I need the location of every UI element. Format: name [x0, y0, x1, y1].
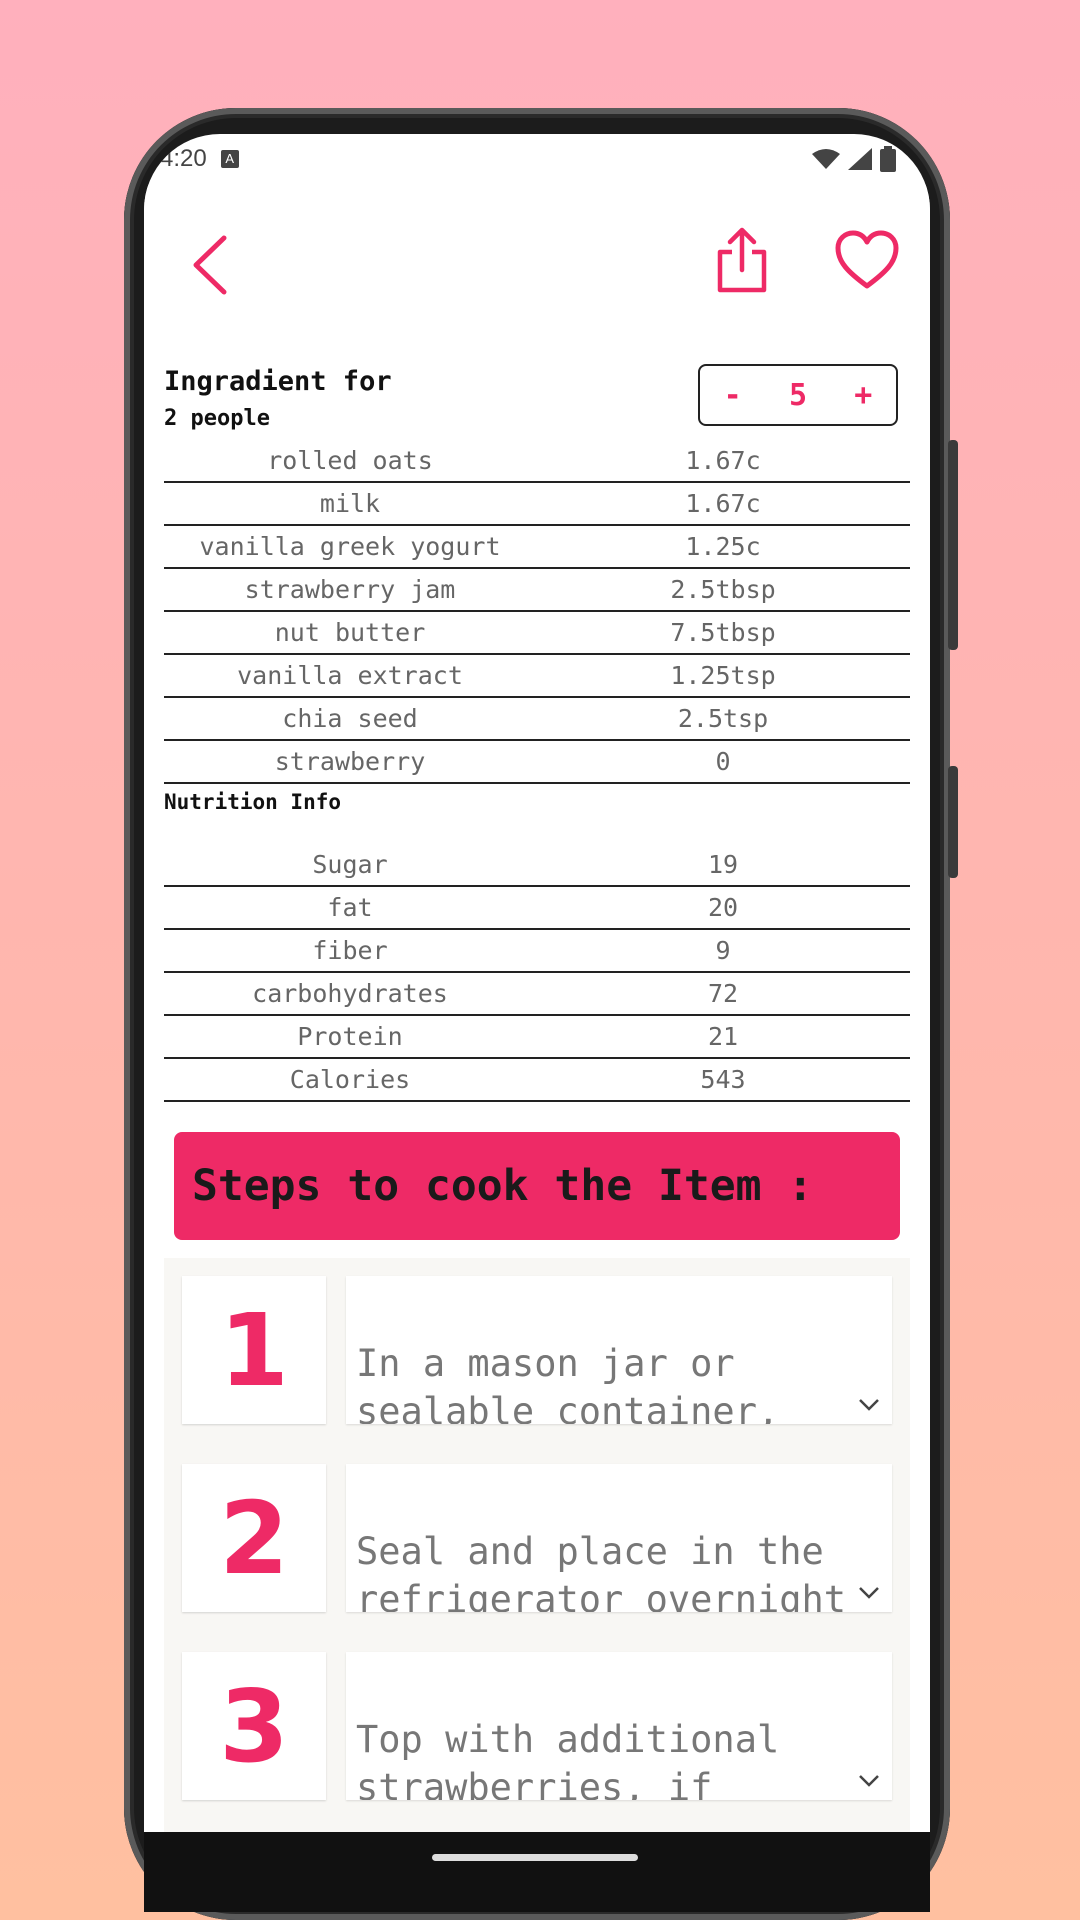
steps-list: 1 In a mason jar or sealable container, …	[164, 1258, 910, 1832]
ingredient-amount: 7.5tbsp	[536, 611, 910, 655]
table-row: Protein 21	[164, 1015, 910, 1059]
ingredient-amount: 2.5tsp	[536, 697, 910, 741]
nutrient-name: carbohydrates	[164, 972, 536, 1016]
notification-badge: A	[220, 150, 239, 168]
nutrition-title: Nutrition Info	[164, 790, 342, 814]
nutrient-name: Protein	[164, 1015, 536, 1059]
ingredient-table: rolled oats 1.67c milk 1.67c vanilla greek…	[164, 440, 910, 784]
ingredient-name: strawberry	[164, 740, 536, 784]
top-app-bar	[144, 184, 930, 314]
table-row: chia seed 2.5tsp	[164, 697, 910, 741]
home-indicator[interactable]	[432, 1854, 638, 1861]
nutrient-amount: 543	[536, 1058, 910, 1102]
ingredient-name: nut butter	[164, 611, 536, 655]
nutrient-name: Sugar	[164, 844, 536, 887]
nutrient-amount: 72	[536, 972, 910, 1016]
table-row: fat 20	[164, 886, 910, 930]
table-row: strawberry 0	[164, 740, 910, 784]
step-text: In a mason jar or sealable container,	[346, 1276, 892, 1424]
table-row: fiber 9	[164, 929, 910, 973]
ingredient-name: vanilla extract	[164, 654, 536, 698]
signal-icon	[848, 148, 872, 170]
step-number: 1	[182, 1276, 326, 1424]
nutrient-name: fat	[164, 886, 536, 930]
heart-icon[interactable]	[834, 230, 900, 292]
power-button	[948, 766, 958, 878]
step-description: Seal and place in the refrigerator overn…	[356, 1530, 847, 1612]
app-screen: 4:20 A Ingradient for 2 people - 5 + rol…	[144, 134, 930, 1832]
ingredient-header: Ingradient for 2 people - 5 +	[164, 320, 910, 440]
servings-stepper: - 5 +	[698, 364, 898, 426]
step-number: 2	[182, 1464, 326, 1612]
servings-value: 5	[788, 377, 808, 413]
nutrient-amount: 19	[536, 844, 910, 887]
ingredient-amount: 0	[536, 740, 910, 784]
nutrition-table: Sugar 19 fat 20 fiber 9 carbohydrates 72 Pro…	[164, 844, 910, 1102]
ingredient-amount: 2.5tbsp	[536, 568, 910, 612]
step-text: Seal and place in the refrigerator overn…	[346, 1464, 892, 1612]
table-row: vanilla extract 1.25tsp	[164, 654, 910, 698]
volume-button	[948, 440, 958, 650]
system-navigation-bar	[144, 1832, 930, 1912]
step-card[interactable]: 3 Top with additional strawberries, if	[182, 1652, 892, 1800]
share-icon[interactable]	[714, 226, 770, 296]
steps-heading: Steps to cook the Item :	[174, 1132, 900, 1240]
ingredient-name: vanilla greek yogurt	[164, 525, 536, 569]
ingredient-amount: 1.67c	[536, 482, 910, 526]
ingredient-name: chia seed	[164, 697, 536, 741]
status-bar: 4:20 A	[144, 134, 930, 184]
ingredient-amount: 1.25tsp	[536, 654, 910, 698]
step-description: Top with additional strawberries, if	[356, 1718, 780, 1800]
battery-icon	[880, 146, 896, 172]
wifi-icon	[812, 149, 840, 169]
step-text: Top with additional strawberries, if	[346, 1652, 892, 1800]
status-time: 4:20	[160, 145, 207, 172]
ingredient-title: Ingradient for	[164, 366, 392, 397]
chevron-down-icon[interactable]	[858, 1774, 880, 1788]
step-card[interactable]: 2 Seal and place in the refrigerator ove…	[182, 1464, 892, 1612]
recipe-content: Ingradient for 2 people - 5 + rolled oat…	[164, 320, 910, 1832]
nutrient-amount: 21	[536, 1015, 910, 1059]
ingredient-name: rolled oats	[164, 440, 536, 483]
ingredient-subtitle: 2 people	[164, 406, 270, 431]
step-description: In a mason jar or sealable container,	[356, 1342, 780, 1424]
nutrient-name: Calories	[164, 1058, 536, 1102]
nutrient-name: fiber	[164, 929, 536, 973]
table-row: strawberry jam 2.5tbsp	[164, 568, 910, 612]
increase-button[interactable]: +	[854, 378, 872, 413]
ingredient-amount: 1.25c	[536, 525, 910, 569]
chevron-down-icon[interactable]	[858, 1586, 880, 1600]
nutrient-amount: 9	[536, 929, 910, 973]
table-row: Sugar 19	[164, 844, 910, 887]
step-card[interactable]: 1 In a mason jar or sealable container,	[182, 1276, 892, 1424]
table-row: vanilla greek yogurt 1.25c	[164, 525, 910, 569]
ingredient-amount: 1.67c	[536, 440, 910, 483]
table-row: nut butter 7.5tbsp	[164, 611, 910, 655]
back-chevron-icon[interactable]	[182, 230, 242, 300]
ingredient-name: milk	[164, 482, 536, 526]
table-row: rolled oats 1.67c	[164, 440, 910, 483]
table-row: carbohydrates 72	[164, 972, 910, 1016]
ingredient-name: strawberry jam	[164, 568, 536, 612]
chevron-down-icon[interactable]	[858, 1398, 880, 1412]
decrease-button[interactable]: -	[724, 378, 742, 413]
table-row: Calories 543	[164, 1058, 910, 1102]
table-row: milk 1.67c	[164, 482, 910, 526]
step-number: 3	[182, 1652, 326, 1800]
nutrient-amount: 20	[536, 886, 910, 930]
